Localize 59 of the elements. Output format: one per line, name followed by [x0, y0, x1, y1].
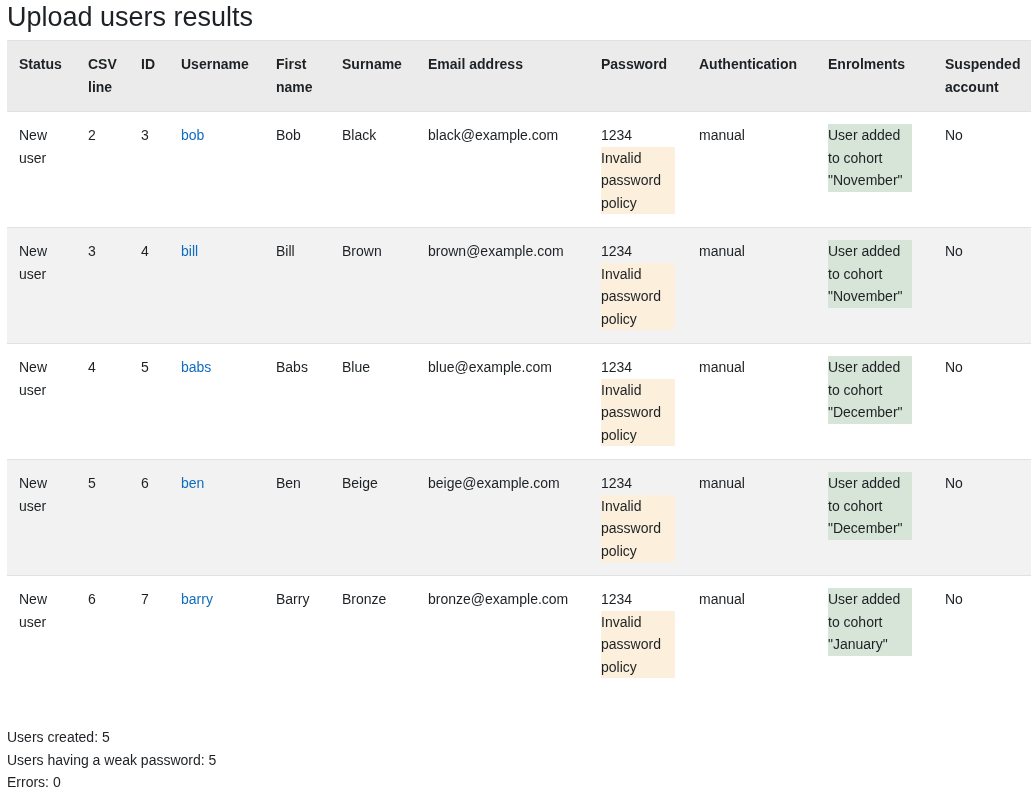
password-warning: Invalid password policy	[601, 378, 675, 446]
summary-line: Users created: 5	[7, 728, 110, 747]
table-cell: bronze@example.com	[416, 575, 589, 691]
username-link[interactable]: barry	[181, 591, 213, 607]
column-header: ID	[129, 40, 169, 112]
column-header: Authentication	[687, 40, 816, 112]
table-cell: No	[933, 459, 1031, 576]
table-cell: New user	[7, 227, 76, 344]
column-header: Enrolments	[816, 40, 933, 112]
table-cell: New user	[7, 459, 76, 576]
column-header: CSV line	[76, 40, 129, 112]
enrolment-note: User added to cohort "January"	[828, 588, 912, 656]
password-warning: Invalid password policy	[601, 610, 675, 678]
table-cell: 5	[76, 459, 129, 576]
column-header: Password	[589, 40, 687, 112]
summary-line: Users having a weak password: 5	[7, 750, 217, 770]
password-warning: Invalid password policy	[601, 146, 675, 214]
table-cell: Beige	[330, 459, 416, 576]
table-cell: Bill	[264, 227, 330, 344]
table-cell: 6	[129, 459, 169, 576]
password-value: 1234	[601, 591, 633, 607]
column-header: Username	[169, 40, 264, 112]
column-header: Status	[7, 40, 76, 112]
summary-line: Errors: 0	[7, 773, 61, 792]
column-header: First name	[264, 40, 330, 112]
table-cell: No	[933, 575, 1031, 691]
table-cell: 7	[129, 575, 169, 691]
table-cell: Brown	[330, 227, 416, 344]
table-cell: beige@example.com	[416, 459, 589, 576]
table-cell: 6	[76, 575, 129, 691]
page-title: Upload users results	[7, 1, 255, 34]
table-cell: manual	[687, 227, 816, 344]
password-warning: Invalid password policy	[601, 262, 675, 330]
table-cell: 4	[129, 227, 169, 344]
table-cell: No	[933, 227, 1031, 344]
password-value: 1234	[601, 127, 633, 143]
table-cell: manual	[687, 459, 816, 576]
table-cell: 3	[76, 227, 129, 344]
password-value: 1234	[601, 243, 633, 259]
username-link[interactable]: bob	[181, 127, 205, 143]
table-cell: manual	[687, 575, 816, 691]
column-header: Surname	[330, 40, 416, 112]
username-link[interactable]: babs	[181, 359, 212, 375]
enrolment-note: User added to cohort "December"	[828, 356, 912, 424]
enrolment-note: User added to cohort "December"	[828, 472, 912, 540]
username-link[interactable]: bill	[181, 243, 199, 259]
password-warning: Invalid password policy	[601, 494, 675, 562]
password-value: 1234	[601, 475, 633, 491]
table-cell: Bronze	[330, 575, 416, 691]
password-value: 1234	[601, 359, 633, 375]
column-header: Suspended account	[933, 40, 1031, 112]
table-cell: Ben	[264, 459, 330, 576]
enrolment-note: User added to cohort "November"	[828, 124, 912, 192]
table-cell: Barry	[264, 575, 330, 691]
table-cell: New user	[7, 575, 76, 691]
username-link[interactable]: ben	[181, 475, 205, 491]
table-cell: brown@example.com	[416, 227, 589, 344]
column-header: Email address	[416, 40, 589, 112]
enrolment-note: User added to cohort "November"	[828, 240, 912, 308]
